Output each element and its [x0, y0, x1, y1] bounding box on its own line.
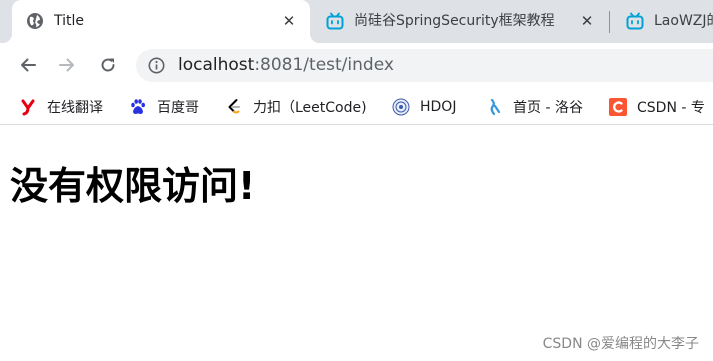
bookmark-csdn[interactable]: CSDN - 专: [609, 88, 705, 125]
tab-springsecurity[interactable]: 尚硅谷SpringSecurity框架教程 ✕: [312, 0, 608, 43]
tab-laowzj[interactable]: LaoWZJ的: [612, 0, 713, 43]
bookmark-leetcode[interactable]: 力扣（LeetCode): [225, 88, 367, 125]
url-path: :8081/test/index: [254, 55, 394, 75]
tab-title-label: Title: [54, 13, 85, 29]
info-icon[interactable]: [148, 57, 165, 74]
bookmark-baidu[interactable]: 百度哥: [129, 88, 199, 125]
browser-toolbar: localhost:8081/test/index: [0, 43, 713, 88]
bookmark-label: 力扣（LeetCode): [253, 99, 367, 116]
bookmark-hdoj[interactable]: HDOJ: [392, 88, 456, 125]
close-tab-icon[interactable]: ✕: [578, 12, 596, 30]
tab-title-label: 尚硅谷SpringSecurity框架教程: [354, 13, 555, 29]
tab-title-active[interactable]: Title ✕: [2, 0, 320, 43]
browser-window: Title ✕ 尚硅谷SpringSecurity框架教程 ✕ LaoWZJ l…: [0, 0, 713, 361]
youdao-icon: [21, 99, 35, 115]
page-heading: 没有权限访问!: [10, 164, 256, 208]
bilibili-icon: [626, 12, 644, 30]
address-bar[interactable]: localhost:8081/test/index: [136, 49, 713, 82]
forward-button[interactable]: [52, 50, 82, 80]
tab-strip: Title ✕ 尚硅谷SpringSecurity框架教程 ✕ LaoWZJ: [0, 0, 713, 43]
csdn-icon: [609, 97, 627, 116]
reload-button[interactable]: [93, 50, 123, 80]
bookmark-youdao[interactable]: 在线翻译: [19, 88, 103, 125]
reload-icon: [101, 58, 115, 72]
baidu-paw-icon: [131, 98, 145, 114]
back-button[interactable]: [13, 50, 43, 80]
bookmark-luogu[interactable]: 首页 - 洛谷: [485, 88, 583, 125]
bookmark-label: HDOJ: [420, 98, 457, 115]
bookmark-label: 百度哥: [157, 99, 199, 116]
page-content: 没有权限访问! CSDN @爱编程的大李子: [0, 126, 713, 361]
luogu-icon: [490, 98, 501, 115]
bookmark-label: 首页 - 洛谷: [513, 99, 583, 116]
bilibili-icon: [326, 12, 344, 30]
bookmark-label: CSDN - 专: [637, 99, 705, 116]
globe-icon: [27, 13, 43, 29]
close-tab-icon[interactable]: ✕: [280, 12, 298, 30]
leetcode-icon: [228, 98, 240, 113]
watermark-text: CSDN @爱编程的大李子: [542, 336, 699, 352]
url-host: localhost: [178, 55, 255, 75]
bookmark-label: 在线翻译: [47, 99, 103, 116]
url-text[interactable]: localhost:8081/test/index: [178, 56, 394, 75]
forward-arrow-icon: [59, 58, 74, 72]
back-arrow-icon: [21, 58, 36, 72]
bookmarks-bar: 在线翻译 百度哥 力扣（LeetCode) HDOJ 首页 - 洛谷 CSDN …: [0, 88, 713, 125]
tab-title-label: LaoWZJ的: [654, 13, 713, 29]
hdoj-icon: [392, 98, 410, 115]
tab-divider: [609, 11, 610, 33]
